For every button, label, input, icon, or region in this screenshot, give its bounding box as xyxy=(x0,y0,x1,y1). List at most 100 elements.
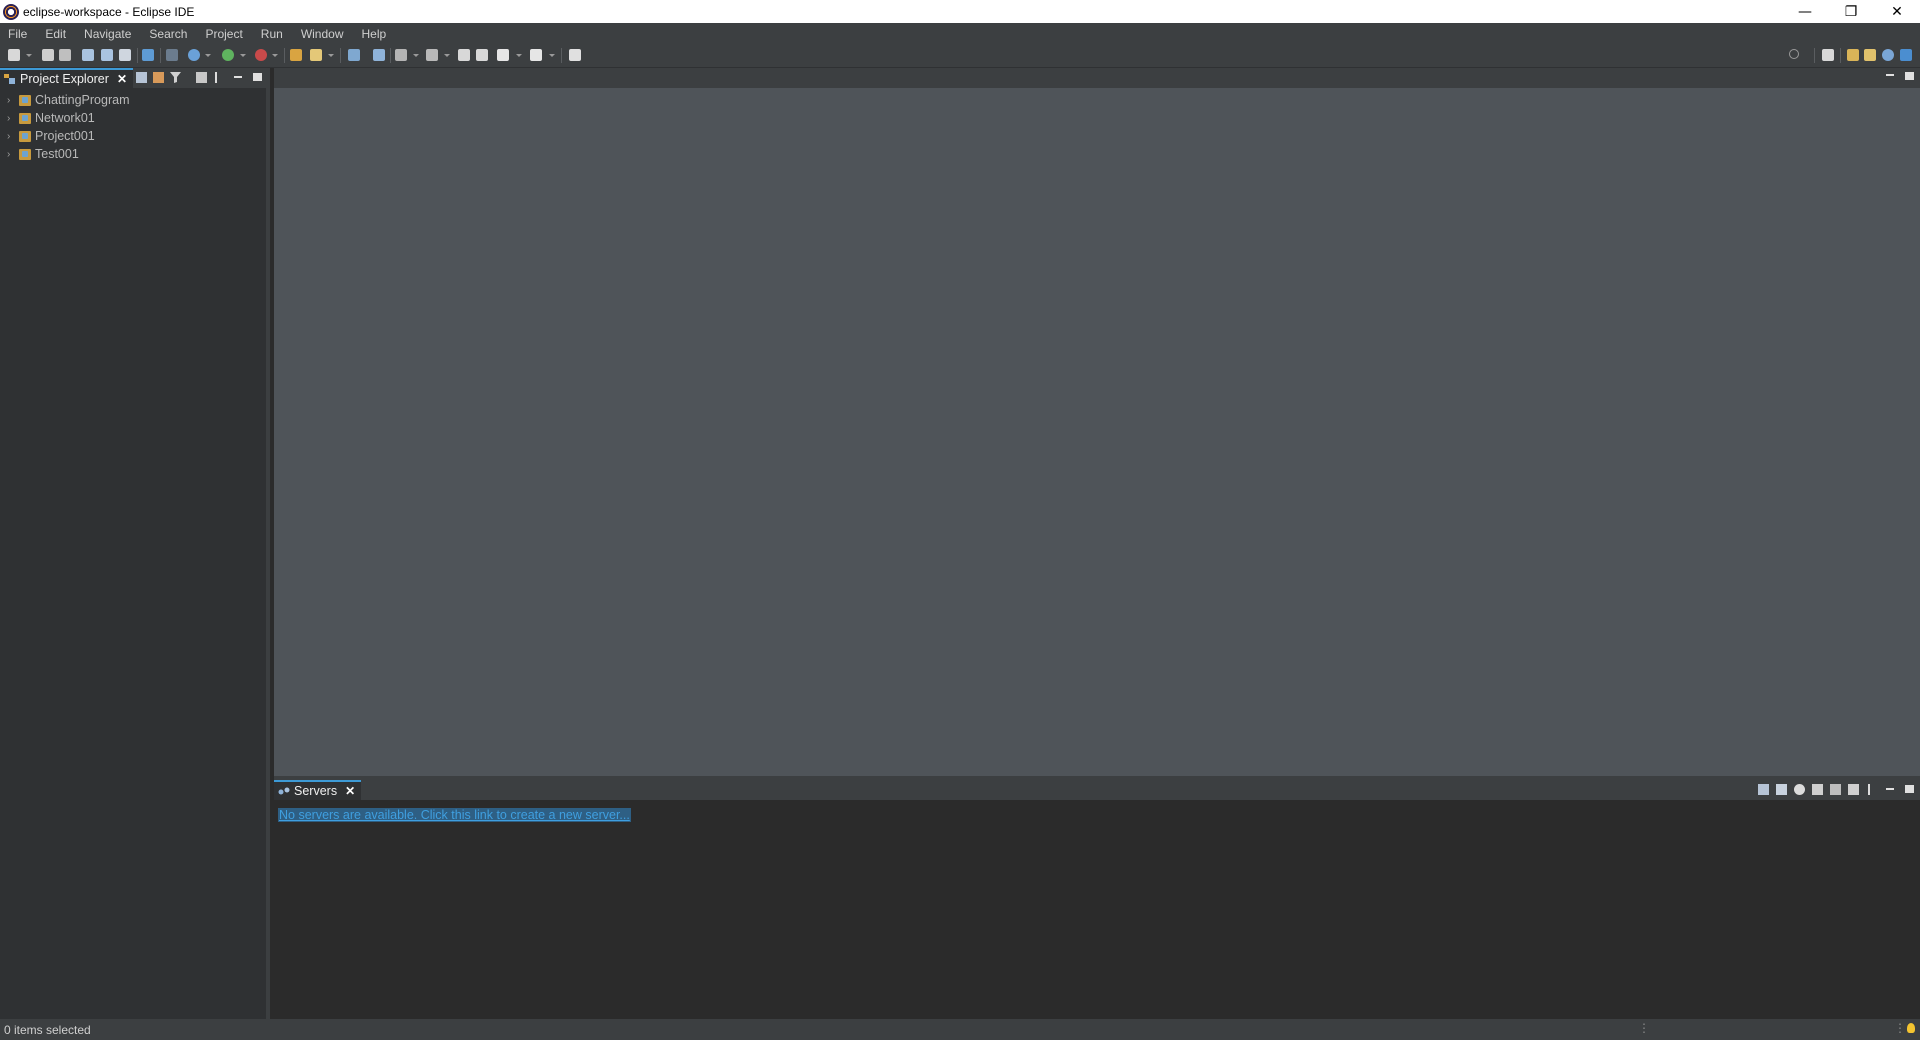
menu-project[interactable]: Project xyxy=(197,27,252,41)
menu-run[interactable]: Run xyxy=(253,27,293,41)
servers-panel: Servers ✕ No servers are available. Clic… xyxy=(274,776,1920,1019)
start-server-icon[interactable] xyxy=(1794,784,1805,795)
servers-tab-label: Servers xyxy=(294,784,338,798)
chevron-right-icon[interactable]: › xyxy=(7,149,17,160)
window-controls: — ❐ ✕ xyxy=(1782,0,1920,23)
title-bar: eclipse-workspace - Eclipse IDE — ❐ ✕ xyxy=(0,0,1920,24)
annotation-dropdown-icon[interactable] xyxy=(444,54,450,57)
open-perspective-task-icon[interactable] xyxy=(395,49,407,61)
start-debug-server-icon[interactable] xyxy=(1776,784,1787,795)
menu-navigate[interactable]: Navigate xyxy=(76,27,141,41)
maximize-button[interactable]: ❐ xyxy=(1828,0,1874,23)
servers-tabbar: Servers ✕ xyxy=(274,780,1920,800)
forward-arrow-icon[interactable] xyxy=(530,49,542,61)
minimize-button[interactable]: — xyxy=(1782,0,1828,23)
project-explorer-tabbar: Project Explorer ✕ xyxy=(0,68,266,88)
new-class-dropdown-icon[interactable] xyxy=(328,54,334,57)
git-perspective-icon[interactable] xyxy=(1900,49,1912,61)
window-title: eclipse-workspace - Eclipse IDE xyxy=(23,4,195,19)
tree-item[interactable]: › Test001 xyxy=(0,145,266,163)
status-bar: 0 items selected ⋮ ⋮ xyxy=(0,1019,1920,1040)
link-with-editor-icon[interactable] xyxy=(153,72,164,83)
menu-search[interactable]: Search xyxy=(141,27,197,41)
forward-dropdown-icon[interactable] xyxy=(549,54,555,57)
project-name: ChattingProgram xyxy=(35,93,130,107)
run-icon[interactable] xyxy=(222,49,234,61)
publish-server-icon[interactable] xyxy=(1848,784,1859,795)
pin-editor-icon[interactable] xyxy=(569,49,581,61)
new-dropdown-icon[interactable] xyxy=(26,54,32,57)
focus-icon[interactable] xyxy=(196,72,207,83)
tree-item[interactable]: › Project001 xyxy=(0,127,266,145)
back-arrow-icon[interactable] xyxy=(497,49,509,61)
tree-item[interactable]: › ChattingProgram xyxy=(0,91,266,109)
java-project-icon xyxy=(19,148,31,160)
debug-perspective-icon[interactable] xyxy=(1882,49,1894,61)
menu-help[interactable]: Help xyxy=(354,27,397,41)
annotation-icon[interactable] xyxy=(426,49,438,61)
maximize-view-icon[interactable] xyxy=(253,73,262,81)
status-separator: ⋮ xyxy=(1638,1021,1650,1035)
maximize-view-icon[interactable] xyxy=(1905,785,1914,793)
minimize-editor-icon[interactable] xyxy=(1886,74,1894,76)
close-tab-icon[interactable]: ✕ xyxy=(345,784,355,798)
project-explorer-tab-label: Project Explorer xyxy=(20,72,109,86)
open-type-icon[interactable] xyxy=(119,49,131,61)
console-icon[interactable] xyxy=(142,49,154,61)
back-dropdown-icon[interactable] xyxy=(516,54,522,57)
menu-edit[interactable]: Edit xyxy=(37,27,76,41)
java-project-icon xyxy=(19,112,31,124)
new-package-icon[interactable] xyxy=(310,49,322,61)
eclipse-logo-icon xyxy=(3,3,19,20)
filter-icon[interactable] xyxy=(170,72,181,83)
profile-server-icon[interactable] xyxy=(1812,784,1823,795)
search-icon[interactable] xyxy=(1789,49,1799,59)
project-explorer-icon xyxy=(4,73,15,84)
next-edit-icon[interactable] xyxy=(476,49,488,61)
run-dropdown-icon[interactable] xyxy=(240,54,246,57)
new-icon[interactable] xyxy=(8,49,20,61)
debug-icon[interactable] xyxy=(188,49,200,61)
view-menu-icon[interactable] xyxy=(1868,784,1870,795)
external-tools-dropdown-icon[interactable] xyxy=(272,54,278,57)
project-name: Test001 xyxy=(35,147,79,161)
minimize-view-icon[interactable] xyxy=(1886,788,1894,790)
chevron-right-icon[interactable]: › xyxy=(7,131,17,142)
view-menu-icon[interactable] xyxy=(215,72,217,83)
tab-project-explorer[interactable]: Project Explorer ✕ xyxy=(0,68,133,88)
stop-server-icon[interactable] xyxy=(1830,784,1841,795)
collapse-all-icon[interactable] xyxy=(1758,784,1769,795)
create-server-link[interactable]: No servers are available. Click this lin… xyxy=(278,808,631,822)
close-button[interactable]: ✕ xyxy=(1874,0,1920,23)
project-explorer-panel: Project Explorer ✕ › ChattingProgram › N… xyxy=(0,68,270,1019)
open-perspective-icon[interactable] xyxy=(1822,49,1834,61)
menu-bar: File Edit Navigate Search Project Run Wi… xyxy=(0,23,1920,44)
external-tools-icon[interactable] xyxy=(255,49,267,61)
close-tab-icon[interactable]: ✕ xyxy=(117,72,127,86)
task-dropdown-icon[interactable] xyxy=(413,54,419,57)
tree-item[interactable]: › Network01 xyxy=(0,109,266,127)
tip-bulb-icon[interactable] xyxy=(1907,1023,1915,1033)
open-task-icon[interactable] xyxy=(348,49,360,61)
menu-window[interactable]: Window xyxy=(293,27,354,41)
maximize-editor-icon[interactable] xyxy=(1905,72,1914,80)
menu-file[interactable]: File xyxy=(0,27,37,41)
chevron-right-icon[interactable]: › xyxy=(7,113,17,124)
save-icon[interactable] xyxy=(42,49,54,61)
search-task-icon[interactable] xyxy=(373,49,385,61)
prev-edit-icon[interactable] xyxy=(458,49,470,61)
collapse-all-icon[interactable] xyxy=(136,72,147,83)
tab-servers[interactable]: Servers ✕ xyxy=(274,780,362,800)
debug-dropdown-icon[interactable] xyxy=(205,54,211,57)
skip-breakpoints-icon[interactable] xyxy=(166,49,178,61)
minimize-view-icon[interactable] xyxy=(234,76,242,78)
java-perspective-icon[interactable] xyxy=(1864,49,1876,61)
save-all-icon[interactable] xyxy=(59,49,71,61)
build-icon[interactable] xyxy=(82,49,94,61)
new-java-project-icon[interactable] xyxy=(290,49,302,61)
refresh-icon[interactable] xyxy=(101,49,113,61)
status-separator: ⋮ xyxy=(1894,1021,1906,1035)
main-toolbar xyxy=(0,44,1920,68)
jee-perspective-icon[interactable] xyxy=(1847,49,1859,61)
chevron-right-icon[interactable]: › xyxy=(7,95,17,106)
